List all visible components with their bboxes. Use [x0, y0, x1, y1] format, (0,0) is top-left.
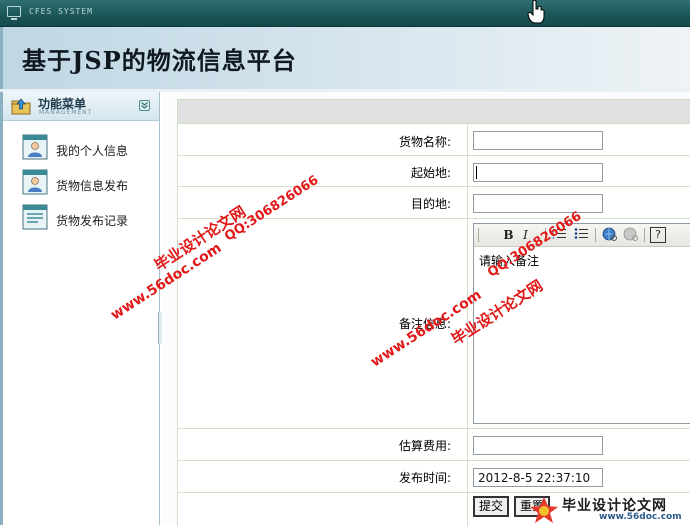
page-title: 基于JSP的物流信息平台: [22, 46, 297, 75]
window-titlebar: CFES SYSTEM: [0, 0, 690, 27]
row-origin: 起始地:: [178, 156, 690, 187]
help-icon[interactable]: ?: [650, 227, 666, 243]
upload-folder-icon: [11, 98, 31, 115]
destination-input[interactable]: [473, 194, 603, 213]
row-goods-name: 货物名称:: [178, 124, 690, 156]
chevron-down-icon: [141, 102, 148, 109]
sidebar-item-label: 我的个人信息: [56, 144, 129, 158]
form-header-bar: [178, 100, 690, 124]
row-remarks: 备注信息: B I 123 ? 请输入备注: [178, 219, 690, 429]
sidebar-item-label: 货物信息发布: [56, 179, 129, 193]
unlink-icon[interactable]: [622, 227, 639, 243]
submit-button[interactable]: 提交: [473, 496, 510, 517]
estimated-cost-input[interactable]: [473, 436, 603, 455]
svg-text:3: 3: [552, 235, 555, 240]
sidebar: 功能菜单 MANAGEMENT 我的个人信息 货物信息发布 货物发布记录: [0, 92, 160, 525]
goods-name-label: 货物名称:: [398, 135, 451, 149]
goods-publish-form: 货物名称: 起始地: 目的地: 备注信息: B I 123 ? 请输入备注 估算…: [177, 99, 690, 526]
page-header: 基于JSP的物流信息平台: [0, 27, 690, 90]
system-name: CFES SYSTEM: [29, 7, 93, 16]
form-icon: [22, 204, 48, 230]
watermark-logo-icon: [530, 497, 558, 523]
main-content: 货物名称: 起始地: 目的地: 备注信息: B I 123 ? 请输入备注 估算…: [162, 92, 690, 526]
remarks-rich-text-editor[interactable]: B I 123 ? 请输入备注: [473, 223, 690, 424]
sidebar-item-label: 货物发布记录: [56, 214, 129, 228]
origin-label: 起始地:: [410, 166, 451, 180]
estimated-cost-label: 估算费用:: [398, 439, 451, 453]
row-publish-time: 发布时间: 2012-8-5 22:37:10: [178, 461, 690, 493]
editor-toolbar: B I 123 ?: [474, 224, 690, 247]
link-icon[interactable]: [601, 227, 618, 243]
unordered-list-icon[interactable]: [573, 227, 590, 243]
watermark-footer-url: www.56doc.com: [599, 512, 682, 522]
monitor-icon: [7, 6, 21, 20]
ordered-list-icon[interactable]: 123: [551, 227, 568, 243]
row-destination: 目的地:: [178, 187, 690, 219]
publish-time-label: 发布时间:: [398, 471, 451, 485]
editor-content: 请输入备注: [479, 254, 540, 268]
menu-subtitle: MANAGEMENT: [39, 109, 93, 116]
goods-name-input[interactable]: [473, 131, 603, 150]
remarks-label: 备注信息:: [398, 317, 451, 331]
user-card-icon: [22, 169, 48, 195]
origin-input[interactable]: [473, 163, 603, 182]
bold-icon[interactable]: B: [500, 227, 517, 243]
watermark-footer: 毕业设计论文网 www.56doc.com: [529, 494, 690, 525]
destination-label: 目的地:: [410, 197, 451, 211]
hand-cursor-icon: [527, 0, 545, 24]
row-estimated-cost: 估算费用:: [178, 429, 690, 461]
user-card-icon: [22, 134, 48, 160]
italic-icon[interactable]: I: [517, 227, 534, 243]
menu-header: 功能菜单 MANAGEMENT: [3, 92, 159, 121]
publish-time-input[interactable]: 2012-8-5 22:37:10: [473, 468, 603, 487]
collapse-menu-button[interactable]: [139, 100, 150, 111]
